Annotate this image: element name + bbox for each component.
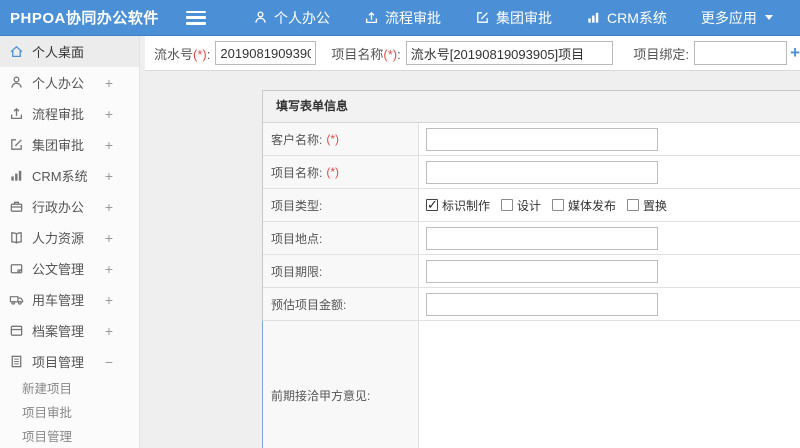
project-type-checkbox-group: 标识制作 设计 媒体发布 置换	[426, 197, 678, 214]
row-label: 前期接洽甲方意见:	[263, 321, 419, 448]
phpoa-app: PHPOA协同办公软件 个人办公 流程审批 集团审批 CRM系统 更多应用 个人…	[0, 0, 800, 448]
project-term-input[interactable]	[426, 259, 658, 283]
form-row-project-term: 项目期限:	[263, 255, 800, 288]
home-icon	[9, 44, 24, 59]
top-menu: 个人办公 流程审批 集团审批 CRM系统 更多应用	[236, 0, 790, 36]
expand-plus-icon[interactable]: +	[105, 106, 113, 122]
checkbox-sign-making[interactable]	[426, 197, 438, 213]
approval-icon	[364, 10, 379, 25]
edit-icon	[475, 10, 490, 25]
checkbox-media-release[interactable]	[552, 199, 565, 211]
expand-plus-icon[interactable]: +	[105, 199, 113, 215]
form-row-project-name: 项目名称: (*)	[263, 156, 800, 189]
row-label: 客户名称: (*)	[263, 123, 419, 155]
collapse-minus-icon[interactable]: −	[105, 354, 113, 370]
form-title: 填写表单信息	[263, 91, 800, 123]
form-row-party-a-opinion: 前期接洽甲方意见:	[262, 321, 800, 448]
topmenu-label: 更多应用	[700, 9, 757, 26]
project-name-input[interactable]	[405, 41, 614, 65]
row-label: 项目类型:	[263, 189, 419, 221]
hamburger-menu-icon[interactable]	[186, 10, 206, 25]
sidebar-item-process-approval[interactable]: 流程审批 +	[0, 98, 139, 129]
sidebar-item-group-approval[interactable]: 集团审批 +	[0, 129, 139, 160]
customer-name-input[interactable]	[426, 127, 658, 151]
topmenu-process-approval[interactable]: 流程审批	[347, 0, 458, 36]
archive-icon	[9, 323, 24, 338]
topmenu-more-apps[interactable]: 更多应用	[684, 0, 790, 36]
row-label: 项目地点:	[263, 222, 419, 254]
topbar: PHPOA协同办公软件 个人办公 流程审批 集团审批 CRM系统 更多应用	[0, 0, 800, 36]
submenu-new-project[interactable]: 新建项目	[0, 377, 139, 401]
truck-icon	[9, 292, 24, 307]
form-row-project-type: 项目类型: 标识制作 设计 媒体发布 置换	[263, 189, 800, 222]
project-name-field[interactable]	[426, 160, 658, 184]
form-header-bar: 流水号(*): 项目名称(*): 项目绑定: +	[145, 36, 800, 71]
chart-icon	[586, 10, 601, 25]
row-label: 项目期限:	[263, 255, 419, 287]
sidebar-item-personal-office[interactable]: 个人办公 +	[0, 67, 139, 98]
expand-plus-icon[interactable]: +	[105, 168, 113, 184]
main-content: 流水号(*): 项目名称(*): 项目绑定: + 填写表单信息 客户名称:(*)…	[140, 36, 800, 448]
chart-icon	[9, 168, 24, 183]
expand-plus-icon[interactable]: +	[105, 323, 113, 339]
document-icon	[9, 261, 24, 276]
topmenu-crm-system[interactable]: CRM系统	[569, 0, 684, 36]
sidebar-item-project-mgmt[interactable]: 项目管理 −	[0, 346, 139, 377]
form-row-estimated-amount: 预估项目金额:	[263, 288, 800, 321]
serial-input[interactable]	[215, 41, 317, 65]
project-icon	[9, 354, 24, 369]
form-row-customer-name: 客户名称: (*)	[263, 123, 800, 156]
sidebar-item-archive-mgmt[interactable]: 档案管理 +	[0, 315, 139, 346]
submenu-project-mgmt[interactable]: 项目管理	[0, 425, 139, 448]
submenu-project-approval[interactable]: 项目审批	[0, 401, 139, 425]
topmenu-group-approval[interactable]: 集团审批	[458, 0, 569, 36]
topmenu-label: 个人办公	[274, 9, 330, 26]
sidebar-item-official-doc[interactable]: 公文管理 +	[0, 253, 139, 284]
expand-plus-icon[interactable]: +	[105, 292, 113, 308]
approval-icon	[9, 106, 24, 121]
sidebar-item-admin-office[interactable]: 行政办公 +	[0, 191, 139, 222]
form-panel: 填写表单信息 客户名称:(*) 项目名称:(*) 项目类型: 标识制作 设计	[262, 90, 800, 448]
project-submenu: 新建项目 项目审批 项目管理	[0, 377, 139, 448]
add-project-bind-button[interactable]: +	[790, 43, 800, 63]
project-bind-input[interactable]	[694, 41, 788, 65]
briefcase-icon	[9, 199, 24, 214]
sidebar-item-human-resources[interactable]: 人力资源 +	[0, 222, 139, 253]
caret-down-icon	[764, 15, 773, 20]
topmenu-personal-office[interactable]: 个人办公	[236, 0, 347, 36]
expand-plus-icon[interactable]: +	[105, 230, 113, 246]
project-name-label: 项目名称(*):	[331, 46, 401, 62]
user-icon	[9, 75, 24, 90]
expand-plus-icon[interactable]: +	[105, 137, 113, 153]
row-label: 预估项目金额:	[263, 288, 419, 320]
project-location-input[interactable]	[426, 226, 658, 250]
form-row-project-location: 项目地点:	[263, 222, 800, 255]
expand-plus-icon[interactable]: +	[105, 75, 113, 91]
sidebar-item-vehicle-mgmt[interactable]: 用车管理 +	[0, 284, 139, 315]
party-a-opinion-textarea[interactable]	[419, 321, 800, 448]
project-bind-label: 项目绑定:	[633, 46, 690, 62]
edit-icon	[9, 137, 24, 152]
checkbox-exchange[interactable]	[627, 199, 640, 211]
estimated-amount-input[interactable]	[426, 292, 658, 316]
user-icon	[253, 10, 268, 25]
row-label: 项目名称: (*)	[263, 156, 419, 188]
sidebar-item-crm-system[interactable]: CRM系统 +	[0, 160, 139, 191]
sidebar-item-personal-desktop[interactable]: 个人桌面	[0, 36, 139, 67]
sidebar: 个人桌面 个人办公 + 流程审批 + 集团审批 + CRM系统 + 行政办公 +…	[0, 36, 140, 448]
serial-label: 流水号(*):	[154, 46, 211, 62]
app-logo: PHPOA协同办公软件	[10, 10, 159, 27]
checkbox-design[interactable]	[501, 199, 514, 211]
topmenu-label: CRM系统	[607, 9, 667, 26]
book-icon	[9, 230, 24, 245]
topmenu-label: 集团审批	[496, 9, 552, 26]
topmenu-label: 流程审批	[385, 9, 441, 26]
expand-plus-icon[interactable]: +	[105, 261, 113, 277]
